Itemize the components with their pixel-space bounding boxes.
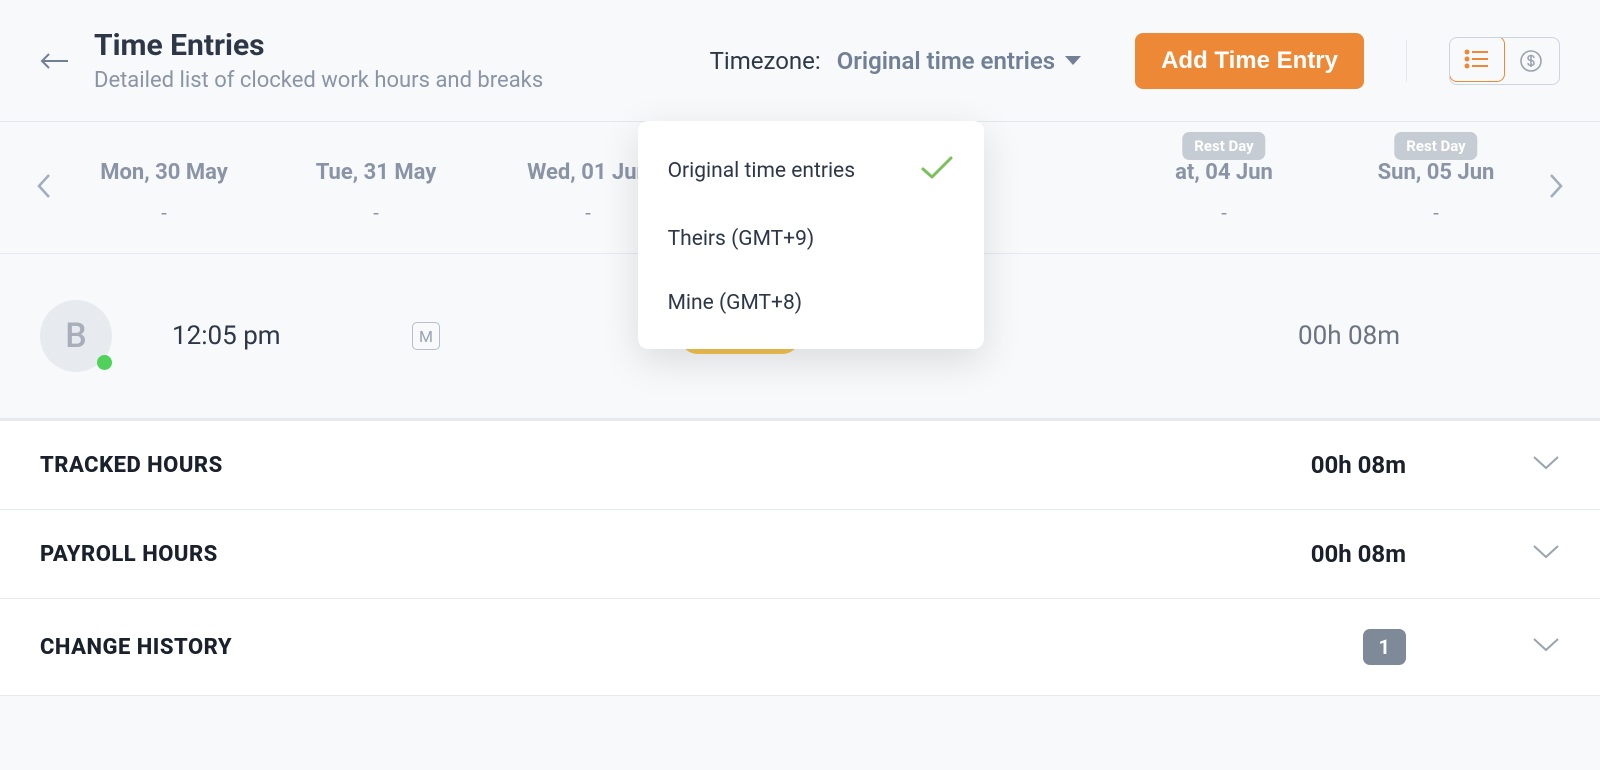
- back-arrow-icon[interactable]: [40, 51, 70, 71]
- manual-entry-chip: M: [412, 322, 440, 350]
- chevron-down-icon: [1532, 544, 1560, 564]
- day-value: -: [1338, 201, 1534, 225]
- section-title: CHANGE HISTORY: [40, 635, 232, 660]
- change-history-section[interactable]: CHANGE HISTORY 1: [0, 598, 1600, 696]
- previous-week-button[interactable]: [30, 152, 58, 224]
- day-value: -: [278, 201, 474, 225]
- tracked-hours-section[interactable]: TRACKED HOURS 00h 08m: [0, 420, 1600, 509]
- day-tab-sat[interactable]: Rest Day at, 04 Jun -: [1118, 122, 1330, 253]
- rest-day-badge: Rest Day: [1394, 132, 1477, 160]
- chevron-down-icon: [1532, 637, 1560, 657]
- section-title: PAYROLL HOURS: [40, 542, 218, 567]
- change-count-badge: 1: [1363, 629, 1406, 665]
- chevron-down-icon: [1065, 56, 1081, 65]
- timezone-option-label: Mine (GMT+8): [668, 291, 802, 315]
- day-label: Tue, 31 May: [278, 160, 474, 185]
- payroll-hours-section[interactable]: PAYROLL HOURS 00h 08m: [0, 509, 1600, 598]
- view-mode-toggle: [1449, 37, 1560, 85]
- entry-start-time: 12:05 pm: [172, 321, 352, 351]
- entry-duration: 00h 08m: [1298, 321, 1400, 351]
- section-title: TRACKED HOURS: [40, 453, 223, 478]
- day-value: -: [1126, 201, 1322, 225]
- chevron-down-icon: [1532, 455, 1560, 475]
- day-value: -: [66, 201, 262, 225]
- timezone-dropdown: Original time entries Theirs (GMT+9) Min…: [638, 121, 984, 349]
- section-value: 00h 08m: [1311, 451, 1406, 479]
- vertical-divider: [1406, 40, 1407, 82]
- timezone-option-original[interactable]: Original time entries: [638, 135, 984, 207]
- timezone-group: Timezone: Original time entries Original…: [710, 47, 1081, 75]
- check-icon: [920, 155, 954, 187]
- rest-day-badge: Rest Day: [1182, 132, 1265, 160]
- section-value: 00h 08m: [1311, 540, 1406, 568]
- next-week-button[interactable]: [1542, 152, 1570, 224]
- timezone-label: Timezone:: [710, 47, 821, 75]
- day-tab-tue[interactable]: Tue, 31 May -: [270, 122, 482, 253]
- timezone-option-mine[interactable]: Mine (GMT+8): [638, 271, 984, 335]
- list-view-toggle[interactable]: [1449, 37, 1505, 83]
- timezone-selected-value: Original time entries: [837, 47, 1055, 75]
- add-time-entry-button[interactable]: Add Time Entry: [1135, 33, 1364, 89]
- day-label: at, 04 Jun: [1126, 160, 1322, 185]
- timezone-option-label: Original time entries: [668, 159, 855, 183]
- day-label: Mon, 30 May: [66, 160, 262, 185]
- timezone-option-theirs[interactable]: Theirs (GMT+9): [638, 207, 984, 271]
- page-header: Time Entries Detailed list of clocked wo…: [0, 0, 1600, 121]
- cost-view-toggle[interactable]: [1503, 38, 1559, 84]
- page-title: Time Entries: [94, 28, 543, 64]
- timezone-option-label: Theirs (GMT+9): [668, 227, 815, 251]
- page-subtitle: Detailed list of clocked work hours and …: [94, 68, 543, 93]
- timezone-select[interactable]: Original time entries: [837, 47, 1081, 75]
- status-online-dot: [97, 355, 112, 370]
- day-tab-sun[interactable]: Rest Day Sun, 05 Jun -: [1330, 122, 1542, 253]
- avatar-wrap: B: [40, 300, 112, 372]
- day-tab-mon[interactable]: Mon, 30 May -: [58, 122, 270, 253]
- title-block: Time Entries Detailed list of clocked wo…: [94, 28, 543, 93]
- day-label: Sun, 05 Jun: [1338, 160, 1534, 185]
